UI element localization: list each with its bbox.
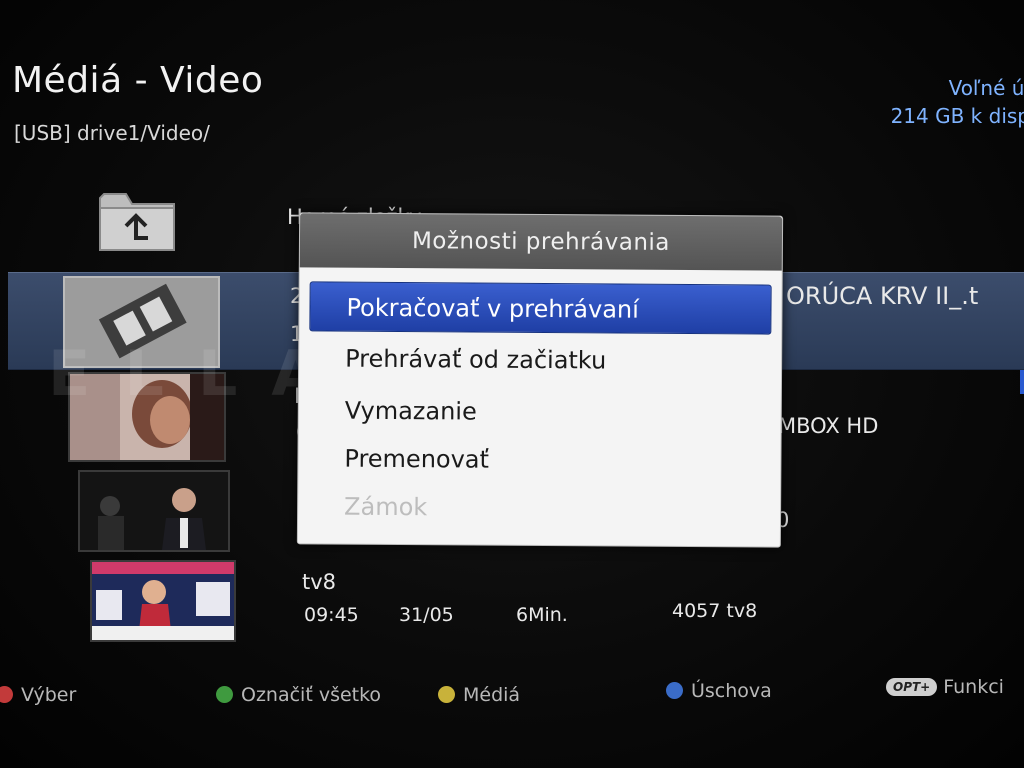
free-space-info: Voľné úl 214 GB k disp xyxy=(891,74,1024,130)
footer-select-label: Výber xyxy=(21,684,77,706)
row-4-date: 31/05 xyxy=(399,604,454,626)
footer-media-button[interactable]: Médiá xyxy=(438,684,520,706)
folder-up-icon[interactable] xyxy=(96,186,178,254)
yellow-key-icon xyxy=(438,686,455,703)
menu-item-play-from-start[interactable]: Prehrávať od začiatku xyxy=(309,333,771,386)
page-title: Médiá - Video xyxy=(12,60,264,101)
footer-select-all-button[interactable]: Označiť všetko xyxy=(216,684,381,706)
footer-options-label: Funkci xyxy=(943,676,1004,698)
footer-select-all-label: Označiť všetko xyxy=(241,684,382,706)
blue-key-icon xyxy=(666,682,683,699)
scroll-indicator xyxy=(1020,370,1024,394)
row-2-channel: MBOX HD xyxy=(778,414,879,438)
footer-storage-label: Úschova xyxy=(691,680,772,702)
menu-item-lock: Zámok xyxy=(344,492,428,522)
row-2-thumbnail[interactable] xyxy=(68,372,226,462)
row-3-thumbnail[interactable] xyxy=(78,470,230,552)
dialog-title: Možnosti prehrávania xyxy=(299,213,783,271)
footer-media-label: Médiá xyxy=(463,684,521,706)
menu-item-resume-playback[interactable]: Pokračovať v prehrávaní xyxy=(309,281,772,335)
row-4-time: 09:45 xyxy=(304,604,359,626)
playback-options-dialog: Možnosti prehrávania Pokračovať v prehrá… xyxy=(296,212,784,548)
row-4-channel: 4057 tv8 xyxy=(672,600,758,622)
menu-item-delete[interactable]: Vymazanie xyxy=(309,385,771,438)
row-1-title-tail: ORÚCA KRV II_.t xyxy=(786,282,979,310)
footer-storage-button[interactable]: Úschova xyxy=(666,680,772,702)
menu-item-rename[interactable]: Premenovať xyxy=(308,433,770,486)
row-4-title: tv8 xyxy=(302,570,337,594)
opt-key-icon: OPT+ xyxy=(886,678,938,696)
folder-path: [USB] drive1/Video/ xyxy=(14,121,210,145)
footer-options-button[interactable]: OPT+ Funkci xyxy=(886,676,1004,698)
red-key-icon xyxy=(0,686,13,703)
video-file-thumbnail xyxy=(63,276,220,368)
media-browser-screen: Médiá - Video [USB] drive1/Video/ Voľné … xyxy=(0,0,1024,768)
row-4-duration: 6Min. xyxy=(516,604,568,626)
row-4-thumbnail[interactable] xyxy=(90,560,236,642)
free-space-value: 214 GB k disp xyxy=(890,104,1024,128)
green-key-icon xyxy=(216,686,233,703)
footer-select-button[interactable]: Výber xyxy=(0,684,76,706)
free-space-label: Voľné úl xyxy=(948,76,1024,100)
